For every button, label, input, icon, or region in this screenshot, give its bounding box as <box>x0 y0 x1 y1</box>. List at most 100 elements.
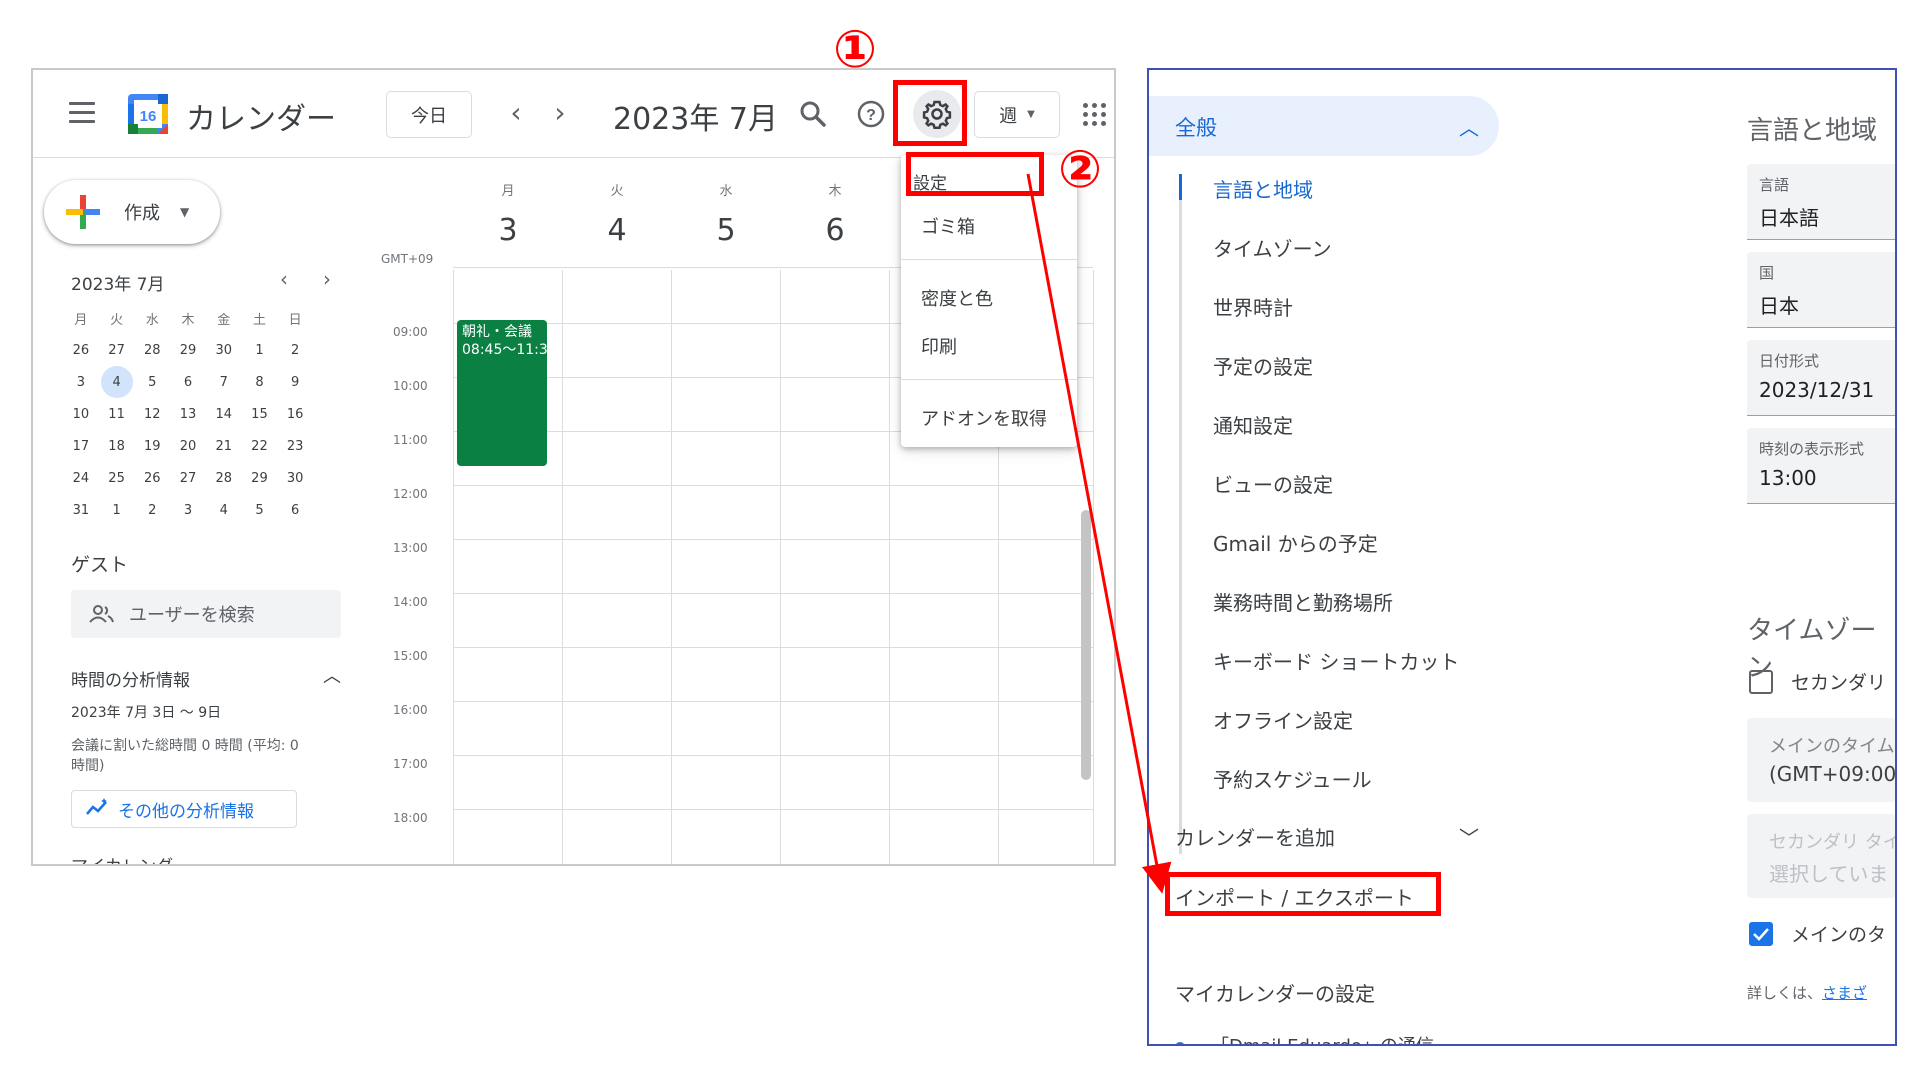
nav-item[interactable]: 通知設定 <box>1213 410 1293 439</box>
mini-day[interactable]: 18 <box>99 439 135 454</box>
nav-general[interactable]: 全般 <box>1175 112 1217 142</box>
mini-prev-icon[interactable]: ‹ <box>280 267 288 291</box>
main-timezone-field[interactable]: メインのタイム (GMT+09:00) <box>1747 718 1895 802</box>
mini-day[interactable]: 17 <box>63 439 99 454</box>
nav-item[interactable]: Gmail からの予定 <box>1213 528 1378 557</box>
more-analytics-button[interactable]: その他の分析情報 <box>71 790 297 828</box>
mini-day[interactable]: 30 <box>206 343 242 358</box>
nav-my-calendar-settings[interactable]: マイカレンダーの設定 <box>1175 978 1375 1007</box>
settings-field[interactable]: 言語 日本語 <box>1747 164 1895 240</box>
nav-item[interactable]: 予定の設定 <box>1213 351 1313 380</box>
mini-next-icon[interactable]: › <box>323 267 331 291</box>
mini-day[interactable]: 15 <box>242 407 278 422</box>
menu-item-trash[interactable]: ゴミ箱 <box>921 213 975 239</box>
menu-item-print[interactable]: 印刷 <box>921 333 957 359</box>
settings-field[interactable]: 時刻の表示形式 13:00 <box>1747 428 1895 504</box>
mini-day-label: 26 <box>72 342 90 358</box>
chevron-down-icon[interactable]: ﹀ <box>1459 822 1479 851</box>
details-link[interactable]: さまざ <box>1822 984 1867 1002</box>
mini-day[interactable]: 29 <box>170 343 206 358</box>
mini-day[interactable]: 31 <box>63 503 99 518</box>
mini-day[interactable]: 1 <box>242 343 278 358</box>
mini-day[interactable]: 26 <box>134 471 170 486</box>
mini-day[interactable]: 27 <box>170 471 206 486</box>
mini-day[interactable]: 12 <box>134 407 170 422</box>
mini-day[interactable]: 28 <box>134 343 170 358</box>
help-icon[interactable]: ? <box>851 94 891 134</box>
scrollbar[interactable] <box>1081 510 1091 780</box>
mini-day[interactable]: 9 <box>277 375 313 390</box>
mini-day[interactable]: 25 <box>99 471 135 486</box>
mini-day[interactable]: 8 <box>242 375 278 390</box>
guest-search-input[interactable]: ユーザーを検索 <box>71 590 341 638</box>
nav-cut-item[interactable]: 「Dmail Eduardo」の通信 <box>1175 1032 1434 1044</box>
mini-day[interactable]: 26 <box>63 343 99 358</box>
prev-week-icon[interactable]: ‹ <box>501 96 531 129</box>
mini-day[interactable]: 5 <box>134 375 170 390</box>
mini-day[interactable]: 2 <box>277 343 313 358</box>
settings-field[interactable]: 国日本 <box>1747 252 1895 328</box>
plus-icon <box>66 195 100 229</box>
mini-day[interactable]: 27 <box>99 343 135 358</box>
nav-item[interactable]: ビューの設定 <box>1213 469 1333 498</box>
settings-field[interactable]: 日付形式 2023/12/31 <box>1747 340 1895 416</box>
mini-day[interactable]: 21 <box>206 439 242 454</box>
mini-day[interactable]: 24 <box>63 471 99 486</box>
calendar-event[interactable]: 朝礼・会議 08:45〜11:30 <box>457 320 547 466</box>
collapse-icon[interactable]: ︿ <box>323 850 341 864</box>
main-timezone-check-label: メインのタ <box>1791 924 1887 946</box>
caret-down-icon: ▼ <box>180 205 190 219</box>
mini-day[interactable]: 29 <box>242 471 278 486</box>
mini-day[interactable]: 5 <box>242 503 278 518</box>
chevron-up-icon[interactable]: ︿ <box>1459 112 1479 141</box>
menu-item-addons[interactable]: アドオンを取得 <box>921 405 1047 431</box>
mini-day[interactable]: 4 <box>99 375 135 390</box>
mini-day[interactable]: 1 <box>99 503 135 518</box>
create-button[interactable]: 作成 ▼ <box>44 180 220 244</box>
day-header[interactable]: 月3 <box>453 180 563 248</box>
mini-day[interactable]: 7 <box>206 375 242 390</box>
mini-day[interactable]: 19 <box>134 439 170 454</box>
mini-day[interactable]: 16 <box>277 407 313 422</box>
day-header[interactable]: 木6 <box>780 180 890 248</box>
collapse-icon[interactable]: ︿ <box>323 662 341 688</box>
settings-menu: 設定 ゴミ箱 密度と色 印刷 アドオンを取得 <box>901 155 1077 447</box>
nav-item[interactable]: キーボード ショートカット <box>1213 646 1459 675</box>
day-header[interactable]: 水5 <box>671 180 781 248</box>
mini-day[interactable]: 28 <box>206 471 242 486</box>
nav-item[interactable]: オフライン設定 <box>1213 705 1353 734</box>
next-week-icon[interactable]: › <box>545 96 575 129</box>
nav-add-calendar[interactable]: カレンダーを追加 <box>1175 822 1335 851</box>
nav-item[interactable]: タイムゾーン <box>1213 233 1332 262</box>
mini-day[interactable]: 3 <box>170 503 206 518</box>
search-icon[interactable] <box>793 94 833 134</box>
nav-item[interactable]: 言語と地域 <box>1213 174 1313 203</box>
main-menu-icon[interactable] <box>69 102 97 124</box>
mini-day[interactable]: 22 <box>242 439 278 454</box>
mini-day[interactable]: 14 <box>206 407 242 422</box>
menu-item-density[interactable]: 密度と色 <box>921 285 993 311</box>
mini-day[interactable]: 23 <box>277 439 313 454</box>
nav-item[interactable]: 予約スケジュール <box>1213 764 1372 793</box>
mini-day[interactable]: 3 <box>63 375 99 390</box>
nav-item[interactable]: 業務時間と勤務場所 <box>1213 587 1393 616</box>
main-timezone-checkbox[interactable] <box>1749 922 1773 946</box>
day-header[interactable]: 火4 <box>562 180 672 248</box>
secondary-timezone-checkbox[interactable] <box>1749 670 1773 694</box>
today-button[interactable]: 今日 <box>386 91 472 138</box>
more-analytics-label: その他の分析情報 <box>118 801 254 822</box>
mini-day[interactable]: 20 <box>170 439 206 454</box>
view-switcher-button[interactable]: 週 ▼ <box>974 91 1060 138</box>
nav-item[interactable]: 世界時計 <box>1213 292 1293 321</box>
mini-day[interactable]: 13 <box>170 407 206 422</box>
mini-day-label: 12 <box>144 406 161 422</box>
mini-day[interactable]: 30 <box>277 471 313 486</box>
mini-day[interactable]: 6 <box>277 503 313 518</box>
field-value: 日本語 <box>1759 206 1819 230</box>
mini-day[interactable]: 6 <box>170 375 206 390</box>
mini-day[interactable]: 11 <box>99 407 135 422</box>
mini-day[interactable]: 2 <box>134 503 170 518</box>
apps-grid-icon[interactable] <box>1083 103 1107 127</box>
mini-day[interactable]: 4 <box>206 503 242 518</box>
mini-day[interactable]: 10 <box>63 407 99 422</box>
